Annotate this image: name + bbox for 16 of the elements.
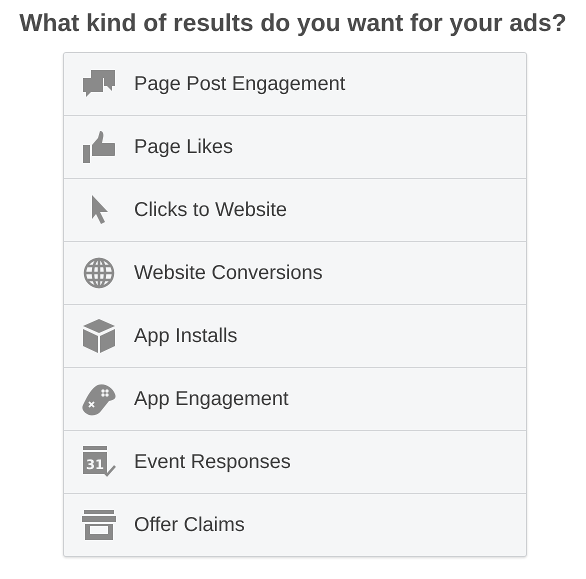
cube-icon [83,319,115,353]
page-heading: What kind of results do you want for your ads? [18,9,568,38]
globe-icon [83,257,115,289]
objective-option[interactable]: Offer Claims [64,493,526,556]
objective-option[interactable]: Page Likes [64,115,526,178]
objective-option[interactable]: App Engagement [64,367,526,430]
objective-option[interactable]: Page Post Engagement [64,53,526,115]
cursor-icon [89,195,109,225]
storefront-icon [82,510,116,540]
objective-option[interactable]: 31 Event Responses [64,430,526,493]
objective-option[interactable]: App Installs [64,304,526,367]
objective-option[interactable]: Website Conversions [64,241,526,304]
objective-option[interactable]: Clicks to Website [64,178,526,241]
speech-bubbles-icon [83,70,115,98]
thumbs-up-icon [83,131,115,163]
gamepad-icon [82,382,116,416]
